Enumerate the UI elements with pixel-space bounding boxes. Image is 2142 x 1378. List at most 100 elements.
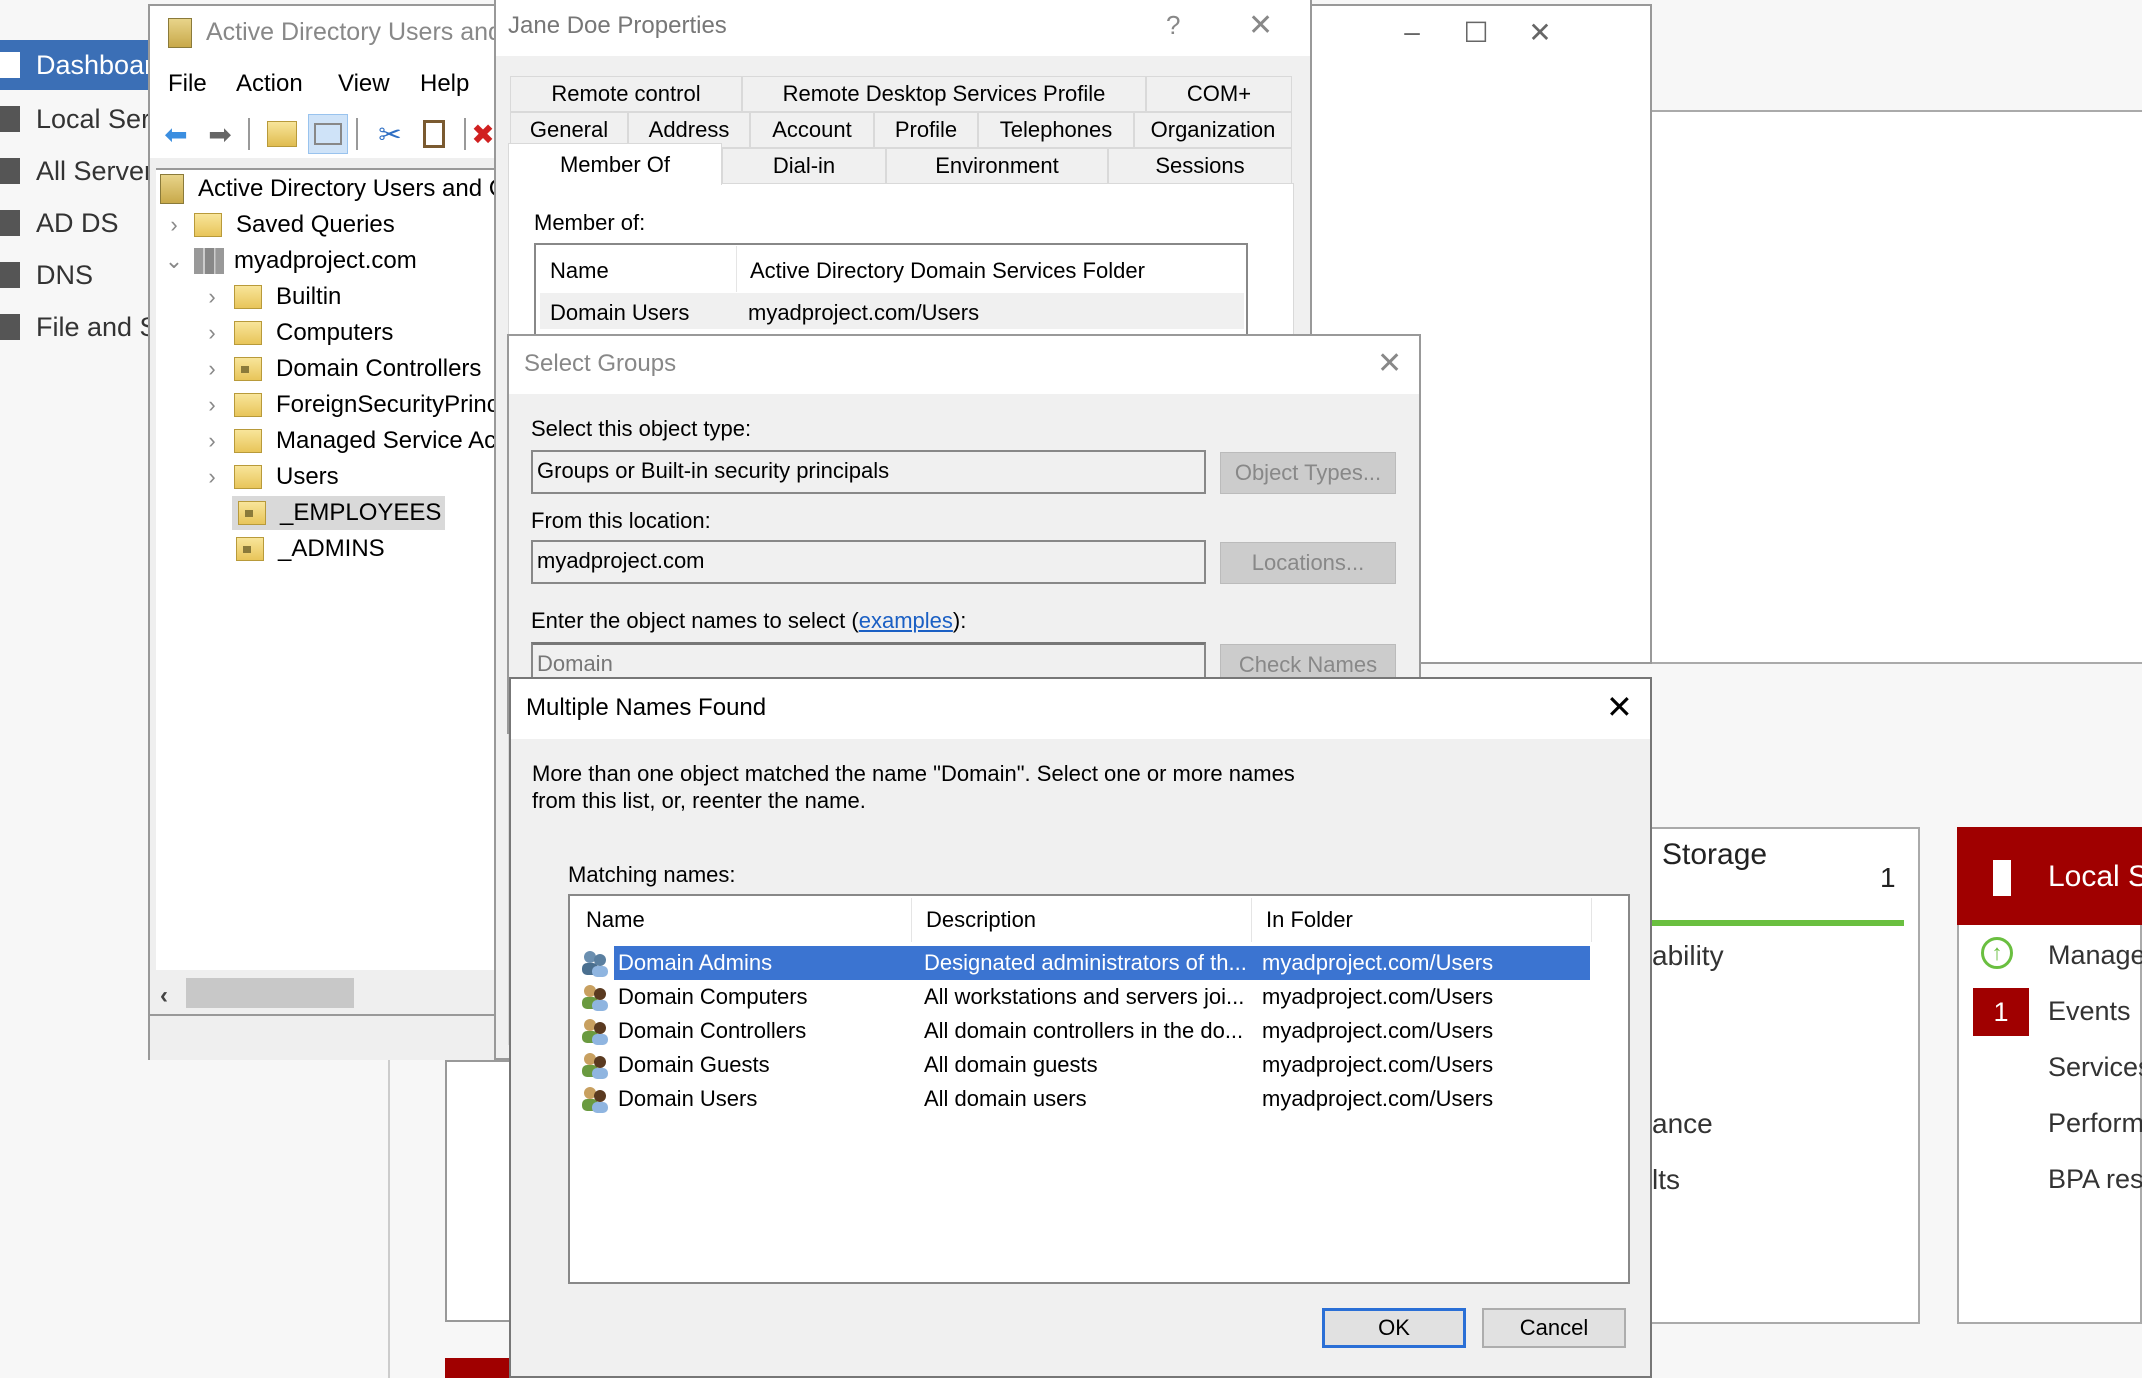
member-of-name: Domain Users xyxy=(550,300,690,325)
up-arrow-circle-icon: ↑ xyxy=(1981,937,2013,969)
close-icon[interactable]: ✕ xyxy=(1248,8,1273,43)
delete-icon[interactable]: ✖ xyxy=(472,114,494,154)
servers-icon xyxy=(0,158,20,184)
close-icon[interactable]: ✕ xyxy=(1606,688,1633,726)
domain-icon xyxy=(194,248,224,274)
menu-help[interactable]: Help xyxy=(420,70,469,98)
tree-item-computers[interactable]: › Computers xyxy=(200,316,393,350)
chevron-right-icon[interactable]: › xyxy=(200,392,224,418)
chevron-right-icon[interactable]: › xyxy=(200,428,224,454)
list-item-domain-computers[interactable]: Domain Computers All workstations and se… xyxy=(578,980,1590,1014)
storage-item-bpa-results[interactable]: lts xyxy=(1652,1164,1680,1196)
tree-item-domain-controllers[interactable]: › Domain Controllers xyxy=(200,352,481,386)
menu-action[interactable]: Action xyxy=(236,70,303,98)
tree-item-saved-queries[interactable]: › Saved Queries xyxy=(162,208,394,242)
tree-item-domain[interactable]: ⌄ myadproject.com xyxy=(162,244,417,278)
sidebar-item-all-servers[interactable]: All Servers xyxy=(0,146,160,196)
chevron-right-icon[interactable]: › xyxy=(200,284,224,310)
minimize-button[interactable]: – xyxy=(1380,12,1444,52)
local-item-events[interactable]: Events xyxy=(2048,996,2131,1027)
menu-file[interactable]: File xyxy=(168,70,207,98)
tab-account[interactable]: Account xyxy=(750,112,874,148)
tree-item-admins[interactable]: _ADMINS xyxy=(236,532,385,566)
list-item-domain-admins[interactable]: Domain Admins Designated administrators … xyxy=(578,946,1590,980)
sidebar-item-dashboard[interactable]: Dashboard xyxy=(0,40,160,90)
ou-icon xyxy=(236,537,264,561)
tab-profile[interactable]: Profile xyxy=(874,112,978,148)
chevron-down-icon[interactable]: ⌄ xyxy=(162,248,186,274)
column-divider xyxy=(736,246,737,292)
storage-item-manageability[interactable]: ability xyxy=(1652,940,1724,972)
tab-remote-desktop-services-profile[interactable]: Remote Desktop Services Profile xyxy=(742,76,1146,112)
local-server-card-title: Local S xyxy=(2048,860,2142,893)
help-icon[interactable]: ? xyxy=(1166,10,1180,41)
tab-dial-in[interactable]: Dial-in xyxy=(722,148,886,184)
sidebar-item-local-server[interactable]: Local Server xyxy=(0,94,160,144)
folder-icon xyxy=(234,321,262,345)
cancel-button[interactable]: Cancel xyxy=(1482,1308,1626,1348)
show-hide-console-tree-icon[interactable] xyxy=(308,114,348,154)
tab-organization[interactable]: Organization xyxy=(1134,112,1292,148)
toolbar-separator xyxy=(356,118,358,150)
maximize-button[interactable]: ☐ xyxy=(1444,12,1508,52)
divider xyxy=(1652,662,2142,664)
folder-icon xyxy=(194,213,222,237)
local-item-performance[interactable]: Perform xyxy=(2048,1108,2142,1139)
examples-link[interactable]: examples xyxy=(859,608,953,633)
local-item-bpa-results[interactable]: BPA resu xyxy=(2048,1164,2142,1195)
tab-com-plus[interactable]: COM+ xyxy=(1146,76,1292,112)
chevron-right-icon[interactable]: › xyxy=(200,356,224,382)
menu-view[interactable]: View xyxy=(338,70,390,98)
list-item-domain-guests[interactable]: Domain Guests All domain guests myadproj… xyxy=(578,1048,1590,1082)
local-item-services[interactable]: Services xyxy=(2048,1052,2142,1083)
object-types-button[interactable]: Object Types... xyxy=(1220,452,1396,494)
file-storage-icon xyxy=(0,314,20,340)
close-button[interactable]: ✕ xyxy=(1508,12,1572,52)
ok-button[interactable]: OK xyxy=(1322,1308,1466,1348)
server-icon xyxy=(1993,860,2011,896)
toolbar-separator xyxy=(464,118,466,150)
column-header-description[interactable]: Description xyxy=(912,898,1252,942)
close-icon[interactable]: ✕ xyxy=(1377,346,1402,381)
paste-icon[interactable] xyxy=(414,114,454,154)
local-item-manageability[interactable]: Manage xyxy=(2048,940,2142,971)
column-header-folder[interactable]: Active Directory Domain Services Folder xyxy=(750,258,1145,284)
column-header-name[interactable]: Name xyxy=(572,898,912,942)
group-icon xyxy=(582,1053,608,1079)
chevron-right-icon[interactable]: › xyxy=(200,464,224,490)
locations-button[interactable]: Locations... xyxy=(1220,542,1396,584)
sidebar-item-file-storage[interactable]: File and Storage Services xyxy=(0,302,160,352)
scroll-left-icon[interactable]: ‹ xyxy=(160,982,168,1010)
chevron-right-icon[interactable]: › xyxy=(200,320,224,346)
tab-member-of[interactable]: Member Of xyxy=(508,143,722,185)
dashboard-icon xyxy=(0,52,20,78)
tab-remote-control[interactable]: Remote control xyxy=(510,76,742,112)
back-icon[interactable]: ⬅ xyxy=(156,114,196,154)
object-type-label: Select this object type: xyxy=(531,416,752,441)
sidebar-item-dns[interactable]: DNS xyxy=(0,250,160,300)
list-item-domain-controllers[interactable]: Domain Controllers All domain controller… xyxy=(578,1014,1590,1048)
ou-icon xyxy=(238,501,266,525)
folder-icon xyxy=(234,429,262,453)
tab-sessions[interactable]: Sessions xyxy=(1108,148,1292,184)
cut-icon[interactable]: ✂ xyxy=(370,114,410,154)
chevron-right-icon[interactable]: › xyxy=(162,212,186,238)
storage-card-title: Storage xyxy=(1662,838,1768,871)
column-header-in-folder[interactable]: In Folder xyxy=(1252,898,1592,942)
content-panel xyxy=(1652,112,2142,662)
scrollbar-thumb[interactable] xyxy=(186,978,354,1008)
forward-icon[interactable]: ➡ xyxy=(200,114,240,154)
tree-item-builtin[interactable]: › Builtin xyxy=(200,280,341,314)
tree-item-employees[interactable]: _EMPLOYEES xyxy=(232,496,446,530)
events-count-badge: 1 xyxy=(1973,988,2029,1036)
storage-item-performance[interactable]: ance xyxy=(1652,1108,1713,1140)
tree-item-users[interactable]: › Users xyxy=(200,460,338,494)
tab-environment[interactable]: Environment xyxy=(886,148,1108,184)
list-item-domain-users[interactable]: Domain Users All domain users myadprojec… xyxy=(578,1082,1590,1116)
up-folder-icon[interactable] xyxy=(262,114,302,154)
tab-telephones[interactable]: Telephones xyxy=(978,112,1134,148)
sidebar-item-ad-ds[interactable]: AD DS xyxy=(0,198,160,248)
column-header-name[interactable]: Name xyxy=(550,258,609,284)
storage-card[interactable] xyxy=(1650,827,1920,1324)
window-controls: – ☐ ✕ xyxy=(1380,12,1572,52)
